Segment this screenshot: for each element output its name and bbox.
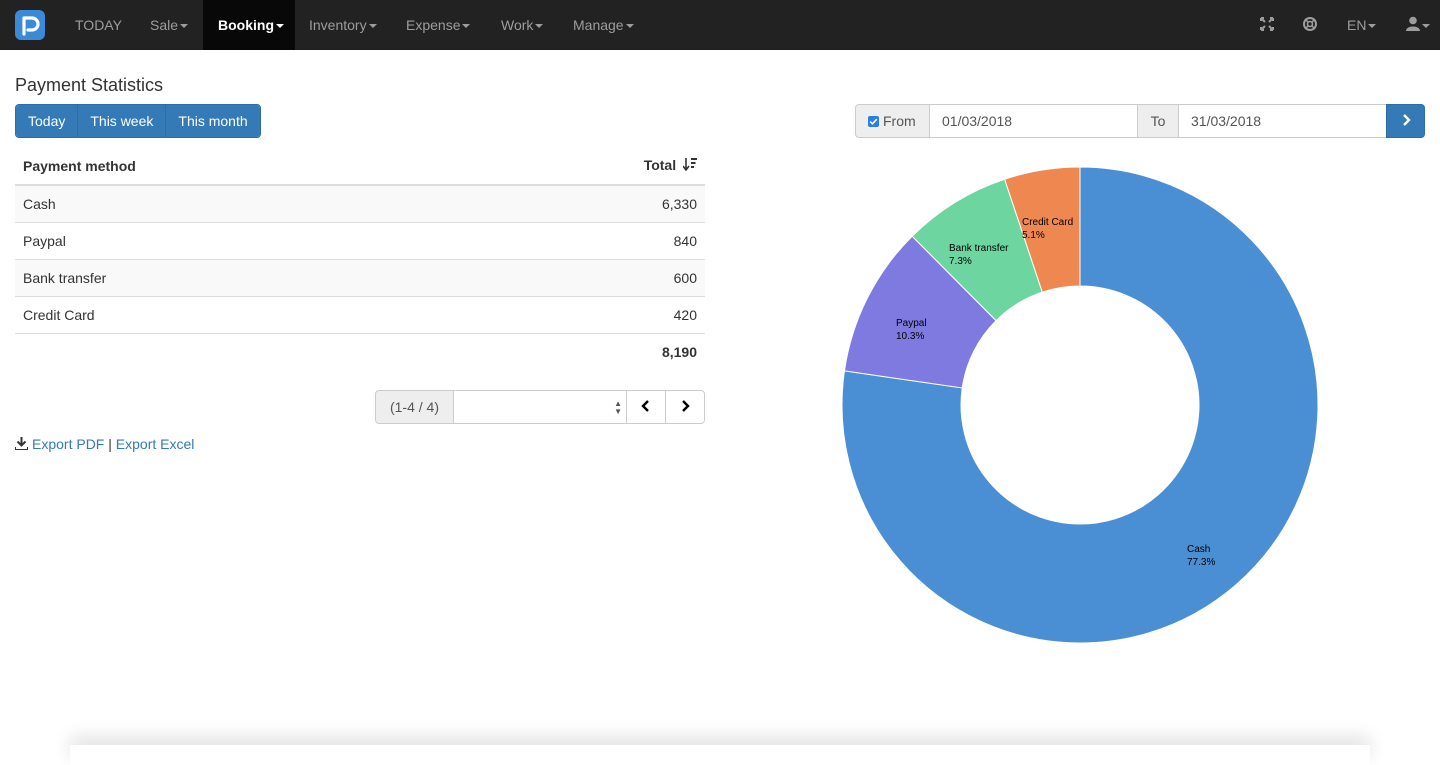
chevron-down-icon — [180, 24, 189, 29]
period-button-group: Today This week This month — [15, 104, 261, 138]
language-label: EN — [1347, 17, 1367, 33]
chevron-left-icon — [641, 399, 651, 415]
export-links: Export PDF | Export Excel — [14, 436, 195, 453]
nav-item-expense[interactable]: Expense — [406, 0, 471, 50]
nav-item-label: Expense — [406, 17, 461, 33]
nav-item-label: Manage — [573, 17, 624, 33]
payment-method-cell: Paypal — [15, 221, 464, 259]
nav-item-inventory[interactable]: Inventory — [309, 0, 377, 50]
to-addon: To — [1137, 104, 1179, 138]
payment-total-cell: 420 — [463, 295, 705, 333]
pager-range: (1-4 / 4) — [375, 390, 454, 424]
table-row[interactable]: Bank transfer 600 — [15, 258, 705, 296]
grand-total-spacer — [15, 332, 464, 370]
grand-total-cell: 8,190 — [463, 332, 705, 370]
chevron-down-icon — [1422, 24, 1430, 29]
chevron-down-icon — [462, 24, 471, 29]
nav-item-booking[interactable]: Booking — [203, 0, 295, 50]
chevron-down-icon — [1368, 24, 1377, 29]
support-icon[interactable] — [1303, 17, 1317, 34]
nav-item-sale[interactable]: Sale — [150, 0, 189, 50]
top-navbar: TODAY Sale Booking Inventory Expense Work Mana… — [0, 0, 1440, 50]
payment-donut-chart: Cash 77.3% Paypal 10.3% Bank transfer 7.3% Cre… — [830, 155, 1330, 658]
column-header-method[interactable]: Payment method — [15, 147, 464, 186]
from-addon[interactable]: From — [855, 104, 930, 138]
chevron-down-icon — [276, 24, 284, 29]
slice-category-label: Paypal — [896, 318, 927, 329]
payment-total-cell: 840 — [463, 221, 705, 259]
download-icon — [14, 437, 29, 453]
nav-item-label: Work — [501, 17, 534, 33]
payment-method-cell: Cash — [15, 184, 464, 222]
column-header-total[interactable]: Total — [463, 147, 705, 186]
slice-percent-label: 7.3% — [949, 256, 972, 267]
nav-item-label: Inventory — [309, 17, 367, 33]
chevron-down-icon — [535, 24, 544, 29]
chevron-down-icon — [368, 24, 377, 29]
payment-method-cell: Credit Card — [15, 295, 464, 333]
nav-item-label: Sale — [150, 17, 179, 33]
next-page-button[interactable] — [665, 390, 705, 424]
chevron-down-icon — [625, 24, 634, 29]
column-header-method-label: Payment method — [23, 157, 136, 174]
sort-desc-icon[interactable] — [682, 158, 697, 174]
page-title: Payment Statistics — [15, 75, 164, 95]
table-row[interactable]: Credit Card 420 — [15, 295, 705, 333]
nav-item-label: Booking — [218, 17, 274, 33]
export-pdf-link[interactable]: Export PDF — [32, 436, 104, 452]
user-icon — [1406, 1, 1420, 51]
apply-date-button[interactable] — [1386, 104, 1425, 138]
export-separator: | — [108, 436, 112, 452]
app-logo[interactable] — [15, 10, 45, 40]
nav-item-work[interactable]: Work — [501, 0, 544, 50]
page-bottom-shadow — [70, 745, 1370, 765]
export-excel-link[interactable]: Export Excel — [116, 436, 195, 452]
payment-table: Payment method Total Cash 6,330 Paypal 840 B… — [15, 147, 705, 370]
from-date-input[interactable]: 01/03/2018 — [929, 104, 1138, 138]
this-week-button[interactable]: This week — [78, 105, 167, 137]
chevron-right-icon — [680, 399, 690, 415]
payment-total-cell: 600 — [463, 258, 705, 296]
payment-total-cell: 6,330 — [463, 184, 705, 222]
this-month-button[interactable]: This month — [166, 105, 260, 137]
page-size-select[interactable]: ▲ ▼ — [453, 390, 627, 424]
table-row[interactable]: Cash 6,330 — [15, 184, 705, 222]
select-arrows-icon: ▲ ▼ — [614, 399, 622, 416]
nav-item-today[interactable]: TODAY — [75, 0, 122, 50]
prev-page-button[interactable] — [626, 390, 666, 424]
date-range-filter: From 01/03/2018 To 31/03/2018 — [855, 104, 1425, 138]
fullscreen-icon[interactable] — [1260, 17, 1274, 34]
table-header-row: Payment method Total — [15, 147, 705, 186]
from-label: From — [883, 113, 916, 129]
grand-total-row: 8,190 — [15, 332, 705, 370]
slice-percent-label: 10.3% — [896, 331, 924, 342]
slice-percent-label: 5.1% — [1022, 230, 1045, 241]
slice-category-label: Cash — [1187, 544, 1210, 555]
nav-item-manage[interactable]: Manage — [573, 0, 634, 50]
slice-category-label: Bank transfer — [949, 243, 1009, 254]
nav-item-label: TODAY — [75, 17, 122, 33]
table-row[interactable]: Paypal 840 — [15, 221, 705, 259]
user-menu[interactable] — [1406, 0, 1430, 50]
column-header-total-label: Total — [643, 157, 677, 173]
language-dropdown[interactable]: EN — [1347, 0, 1377, 50]
payment-method-cell: Bank transfer — [15, 258, 464, 296]
slice-percent-label: 77.3% — [1187, 557, 1215, 568]
to-date-input[interactable]: 31/03/2018 — [1178, 104, 1387, 138]
today-button[interactable]: Today — [16, 105, 79, 137]
chevron-right-icon — [1401, 113, 1411, 129]
slice-category-label: Credit Card — [1022, 217, 1073, 228]
from-checkbox[interactable] — [868, 116, 879, 127]
